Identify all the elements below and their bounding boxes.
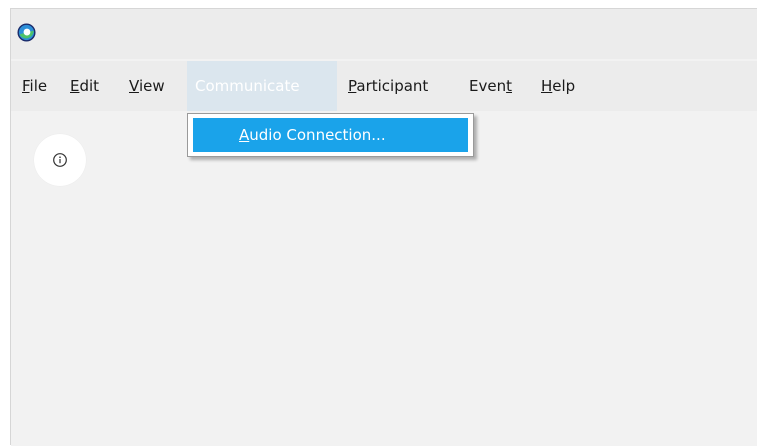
menu-participant-label: articipant — [356, 77, 429, 95]
audio-connection-mnemonic: A — [239, 126, 250, 144]
info-button[interactable] — [34, 134, 86, 186]
menu-communicate-label: Communicate — [195, 77, 300, 95]
info-icon — [53, 153, 67, 167]
menu-event[interactable]: Event — [464, 61, 517, 111]
menu-file[interactable]: File — [17, 61, 52, 111]
app-window: File Edit View Communicate Participant E… — [10, 8, 757, 446]
title-bar — [11, 9, 757, 59]
menu-view-mnemonic: V — [129, 77, 139, 95]
menu-help-label: elp — [552, 77, 576, 95]
menu-view[interactable]: View — [124, 61, 170, 111]
menu-event-label: Even — [469, 77, 507, 95]
communicate-dropdown-menu: Audio Connection... — [187, 113, 474, 157]
audio-connection-menu-item[interactable]: Audio Connection... — [193, 118, 468, 152]
menu-help-mnemonic: H — [541, 77, 553, 95]
menu-file-label: ile — [29, 77, 48, 95]
menu-communicate[interactable]: Communicate — [187, 61, 337, 111]
menu-edit-label: dit — [79, 77, 100, 95]
menu-edit[interactable]: Edit — [65, 61, 104, 111]
menu-file-mnemonic: F — [22, 77, 30, 95]
menu-bar: File Edit View Communicate Participant E… — [11, 61, 757, 111]
menu-view-label: iew — [138, 77, 165, 95]
main-content — [11, 111, 757, 446]
menu-event-mnemonic: t — [506, 77, 512, 95]
audio-connection-label: udio Connection... — [249, 126, 386, 144]
menu-participant[interactable]: Participant — [343, 61, 433, 111]
webex-logo-icon — [17, 23, 36, 42]
menu-help[interactable]: Help — [536, 61, 580, 111]
